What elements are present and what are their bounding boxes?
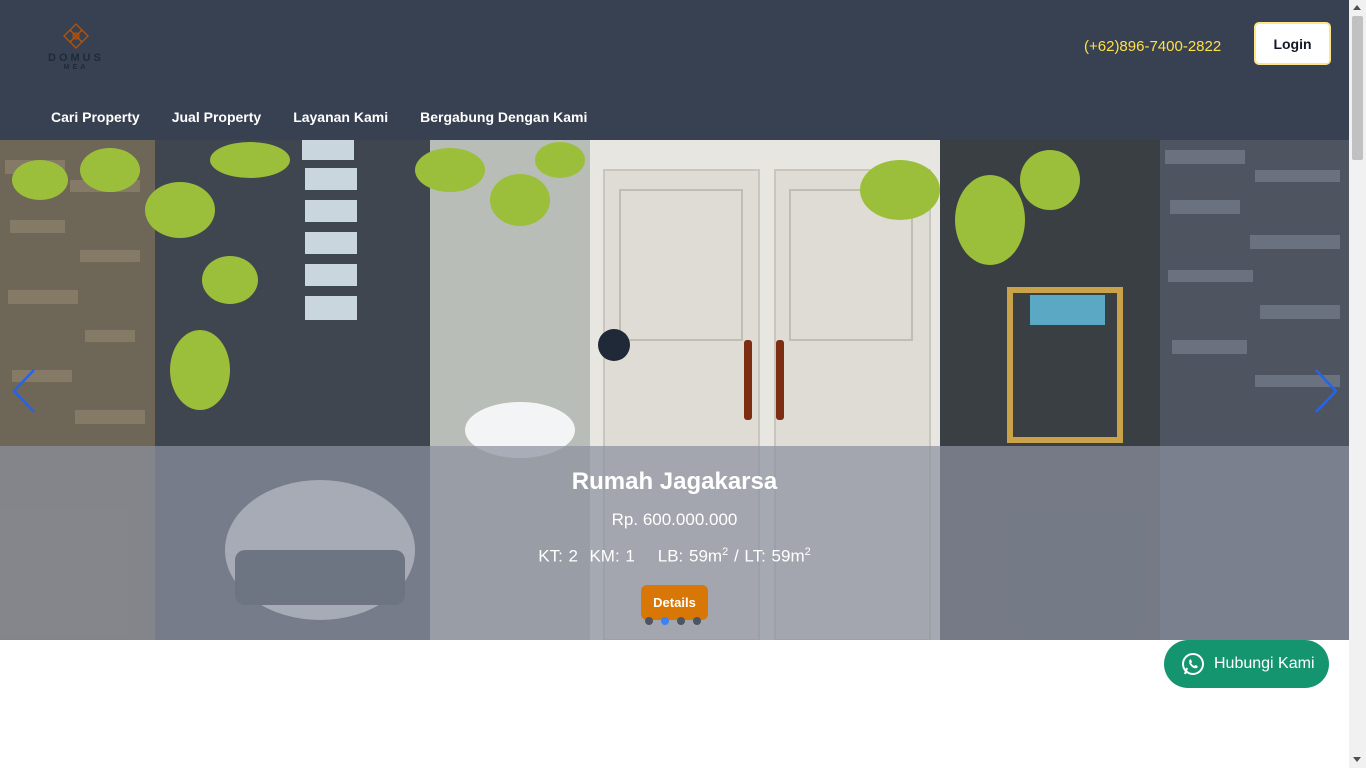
main-nav: Cari Property Jual Property Layanan Kami… (51, 109, 619, 125)
slide-specs: KT: 2 KM: 1 LB: 59m2 / LT: 59m2 (0, 546, 1349, 567)
nav-item-layanan-kami[interactable]: Layanan Kami (293, 109, 388, 125)
spec-lb: LB: 59m (657, 546, 723, 566)
nav-item-bergabung[interactable]: Bergabung Dengan Kami (420, 109, 587, 125)
scroll-up-arrow-icon[interactable] (1353, 5, 1361, 10)
spec-lt-exponent: 2 (804, 546, 811, 558)
whatsapp-label: Hubungi Kami (1214, 655, 1315, 672)
hero-carousel: Rumah Jagakarsa Rp. 600.000.000 KT: 2 KM… (0, 140, 1349, 640)
spec-kt: KT: 2 (538, 546, 578, 566)
scroll-down-arrow-icon[interactable] (1353, 757, 1361, 762)
slide-price: Rp. 600.000.000 (611, 510, 738, 529)
slide-title: Rumah Jagakarsa (571, 468, 778, 495)
page-scrollbar[interactable] (1349, 0, 1366, 768)
nav-item-jual-property[interactable]: Jual Property (172, 109, 261, 125)
phone-number[interactable]: (+62)896-7400-2822 (1084, 38, 1221, 55)
carousel-dot[interactable] (693, 617, 701, 625)
carousel-dot[interactable] (645, 617, 653, 625)
scroll-thumb[interactable] (1352, 16, 1363, 160)
carousel-prev-button[interactable] (10, 368, 38, 419)
carousel-indicators (645, 617, 709, 625)
spec-lb-exponent: 2 (722, 546, 729, 558)
site-header: DOMUS MEA (+62)896-7400-2822 Login Cari … (0, 0, 1349, 140)
logo-name: DOMUS (48, 52, 104, 64)
spec-km: KM: 1 (589, 546, 635, 566)
carousel-dot[interactable] (677, 617, 685, 625)
chevron-left-icon (12, 369, 35, 413)
login-button[interactable]: Login (1254, 22, 1331, 65)
nav-item-cari-property[interactable]: Cari Property (51, 109, 140, 125)
details-button[interactable]: Details (641, 585, 708, 620)
logo-subtitle: MEA (63, 64, 89, 71)
spec-lt: LT: 59m (744, 546, 805, 566)
ornament-logo-icon (63, 23, 89, 49)
whatsapp-contact-button[interactable]: Hubungi Kami (1164, 640, 1329, 688)
carousel-dot-active[interactable] (661, 617, 669, 625)
whatsapp-icon (1182, 653, 1204, 675)
carousel-next-button[interactable] (1312, 368, 1340, 419)
site-logo[interactable]: DOMUS MEA (44, 22, 108, 74)
spec-separator: / (733, 546, 739, 566)
chevron-right-icon (1315, 369, 1338, 413)
